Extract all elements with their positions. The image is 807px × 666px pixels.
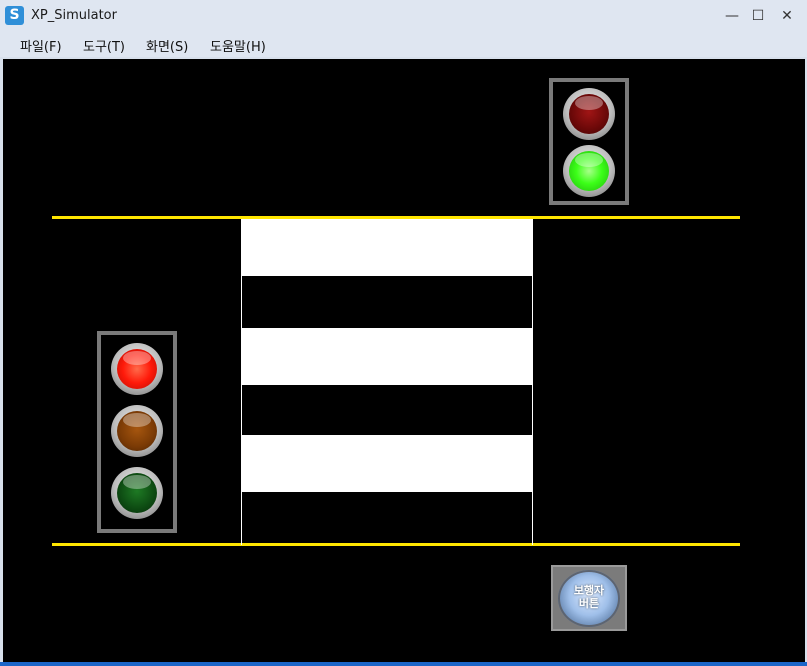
- vehicle-red-lamp: [563, 88, 615, 140]
- window-bottom-border: [0, 662, 807, 666]
- pedestrian-button-label-line2: 버튼: [578, 597, 600, 610]
- vehicle-green-lamp: [563, 145, 615, 197]
- menu-file[interactable]: 파일(F): [20, 36, 62, 55]
- pedestrian-button[interactable]: 보행자 버튼: [551, 565, 627, 631]
- crosswalk: [241, 219, 533, 545]
- crosswalk-stripe: [242, 219, 533, 276]
- pedestrian-button-label: 보행자 버튼: [558, 584, 620, 610]
- app-icon: S: [5, 6, 24, 25]
- close-button[interactable]: ✕: [770, 2, 804, 30]
- menu-help[interactable]: 도움말(H): [210, 36, 266, 55]
- pedestrian-button-face: 보행자 버튼: [558, 570, 620, 627]
- menu-bar: 파일(F) 도구(T) 화면(S) 도움말(H): [0, 33, 807, 57]
- pedestrian-red-lamp: [111, 343, 163, 395]
- crosswalk-stripe: [242, 328, 533, 385]
- pedestrian-amber-lamp: [111, 405, 163, 457]
- vehicle-traffic-signal: [549, 78, 629, 205]
- simulation-canvas: 보행자 버튼: [3, 59, 805, 662]
- pedestrian-green-lamp: [111, 467, 163, 519]
- pedestrian-traffic-signal: [97, 331, 177, 533]
- pedestrian-button-label-line1: 보행자: [573, 584, 605, 597]
- menu-view[interactable]: 화면(S): [146, 36, 188, 55]
- menu-tools[interactable]: 도구(T): [83, 36, 125, 55]
- crosswalk-stripe: [242, 435, 533, 492]
- window-title: XP_Simulator: [31, 8, 117, 23]
- title-bar: S XP_Simulator — ☐ ✕: [0, 0, 807, 33]
